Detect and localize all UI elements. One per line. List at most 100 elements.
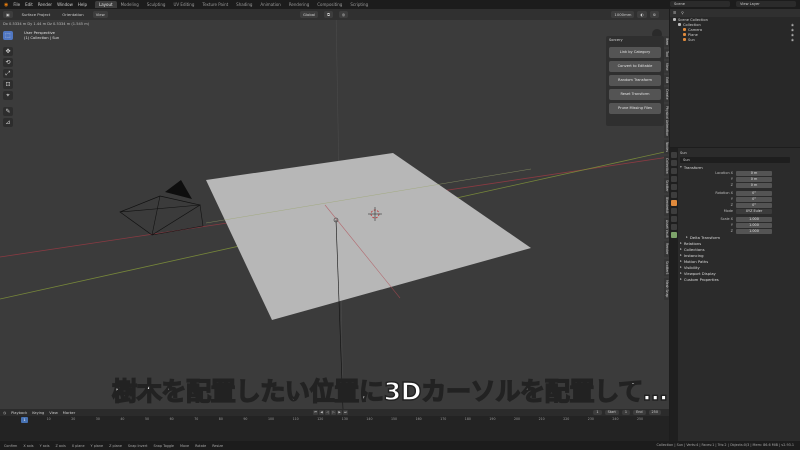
output-tab-icon[interactable] — [671, 168, 677, 174]
measure-icon[interactable]: ⊿ — [3, 118, 13, 127]
custom-properties-section[interactable]: Custom Properties — [680, 276, 798, 282]
playhead[interactable]: 1 — [21, 417, 28, 423]
visibility-eye-icon[interactable]: ◉ — [791, 33, 794, 37]
editor-type-icon[interactable]: ▣ — [3, 11, 13, 18]
rotation-z-field[interactable]: 0° — [736, 202, 772, 208]
location-x-field[interactable]: 0 m — [736, 170, 772, 176]
current-frame-field[interactable]: 1 — [593, 410, 602, 415]
link-by-category-button[interactable]: Link by Category — [609, 47, 661, 58]
menu-help[interactable]: Help — [78, 2, 87, 7]
outliner-filter-icon[interactable]: ⚲ — [681, 11, 684, 15]
move-icon[interactable]: ✥ — [3, 47, 13, 56]
sidebar-tab-mesh-snap[interactable]: Mesh Snap — [664, 278, 669, 300]
visibility-eye-icon[interactable]: ◉ — [791, 38, 794, 42]
render-tab-icon[interactable] — [671, 160, 677, 166]
blender-logo-icon[interactable]: ◉ — [4, 2, 8, 8]
snap-icon[interactable]: ⧉ — [324, 11, 333, 18]
reset-transform-button[interactable]: Reset Transform — [609, 89, 661, 100]
sidebar-tab-blenderkit[interactable]: Blenderkit — [664, 195, 669, 216]
sidebar-tab-view[interactable]: View — [664, 61, 669, 74]
tab-compositing[interactable]: Compositing — [313, 1, 346, 8]
jump-end-icon[interactable]: ⏭ — [343, 410, 348, 415]
view-layer-field[interactable]: View Layer — [736, 1, 796, 7]
sidebar-tab-scatter[interactable]: Scatter — [664, 177, 669, 194]
sidebar-tab-item[interactable]: Item — [664, 36, 669, 48]
tool-tab-icon[interactable] — [671, 152, 677, 158]
constraints-tab-icon[interactable] — [671, 224, 677, 230]
location-y-field[interactable]: 0 m — [736, 176, 772, 182]
sidebar-tab-tool[interactable]: Tool — [664, 49, 669, 60]
jump-start-icon[interactable]: ⏮ — [313, 410, 318, 415]
camera-object[interactable] — [119, 180, 204, 236]
sidebar-tab-collection[interactable]: Collection — [664, 156, 669, 176]
view-dropdown[interactable]: View — [92, 11, 108, 18]
menu-render[interactable]: Render — [38, 2, 52, 7]
outliner-row-sun[interactable]: Sun ◉ — [670, 37, 800, 42]
object-tab-icon[interactable] — [671, 200, 677, 206]
cursor-tool-icon[interactable]: ⌖ — [3, 91, 13, 100]
scale-y-field[interactable]: 1.000 — [736, 222, 772, 228]
viewport-scene[interactable] — [0, 9, 669, 409]
tab-modeling[interactable]: Modeling — [117, 1, 143, 8]
data-tab-icon[interactable] — [671, 232, 677, 238]
scale-z-field[interactable]: 1.000 — [736, 228, 772, 234]
3d-viewport[interactable]: ▣ Surface Project Orientation View Globa… — [0, 9, 669, 409]
timeline-menu-marker[interactable]: Marker — [63, 411, 75, 415]
timeline-menu-keying[interactable]: Keying — [32, 411, 44, 415]
sidebar-tab-edit[interactable]: Edit — [664, 75, 669, 86]
tab-scripting[interactable]: Scripting — [346, 1, 372, 8]
prune-missing-files-button[interactable]: Prune Missing Files — [609, 103, 661, 114]
end-frame-field[interactable]: 250 — [648, 410, 661, 415]
tab-texture-paint[interactable]: Texture Paint — [198, 1, 232, 8]
physics-tab-icon[interactable] — [671, 216, 677, 222]
timeline-menu-playback[interactable]: Playback — [11, 411, 27, 415]
transform-orientation-dropdown[interactable]: Global — [300, 11, 319, 18]
scale-x-field[interactable]: 1.000 — [736, 216, 772, 222]
select-box-icon[interactable]: ⬚ — [3, 31, 13, 40]
sidebar-tab-nodes[interactable]: Nodes — [664, 140, 669, 155]
tab-uv-editing[interactable]: UV Editing — [169, 1, 198, 8]
annotate-icon[interactable]: ✎ — [3, 107, 13, 116]
visibility-eye-icon[interactable]: ◉ — [791, 28, 794, 32]
play-icon[interactable]: ▷ — [331, 410, 336, 415]
object-name-field[interactable]: Sun — [680, 157, 790, 163]
world-tab-icon[interactable] — [671, 192, 677, 198]
scene-field[interactable]: Scene — [670, 1, 730, 7]
modifier-tab-icon[interactable] — [671, 208, 677, 214]
overlays-icon[interactable]: ⊚ — [649, 11, 659, 18]
plane-object[interactable] — [206, 153, 531, 320]
sidebar-tab-physical[interactable]: Physical Animation — [664, 103, 669, 139]
next-key-icon[interactable]: ▶ — [337, 410, 342, 415]
rotation-x-field[interactable]: 0° — [736, 190, 772, 196]
tab-sculpting[interactable]: Sculpting — [143, 1, 170, 8]
surface-project-toggle[interactable]: Surface Project — [19, 11, 54, 18]
start-frame-field[interactable]: 1 — [621, 410, 631, 415]
tab-animation[interactable]: Animation — [256, 1, 284, 8]
scale-icon[interactable]: ⤢ — [3, 69, 13, 78]
outliner-editor-icon[interactable]: ☰ — [673, 11, 676, 15]
rotate-icon[interactable]: ⟲ — [3, 58, 13, 67]
viewport-shading-icon[interactable]: ◐ — [637, 11, 647, 18]
scene-tab-icon[interactable] — [671, 184, 677, 190]
snap-value-field[interactable]: 1000mm — [611, 11, 635, 18]
tab-layout[interactable]: Layout — [94, 1, 117, 8]
visibility-eye-icon[interactable]: ◉ — [791, 23, 794, 27]
sidebar-tab-asset-vault[interactable]: Asset Vault — [664, 217, 669, 240]
transform-icon[interactable]: ⊡ — [3, 80, 13, 89]
view-layer-tab-icon[interactable] — [671, 176, 677, 182]
rotation-y-field[interactable]: 0° — [736, 196, 772, 202]
location-z-field[interactable]: 0 m — [736, 182, 772, 188]
timeline-editor-icon[interactable]: ◷ — [3, 411, 6, 415]
sidebar-tab-scatter5[interactable]: Scatter5 — [664, 258, 669, 277]
random-transform-button[interactable]: Random Transform — [609, 75, 661, 86]
sidebar-tab-create[interactable]: Create — [664, 87, 669, 102]
menu-file[interactable]: File — [13, 2, 20, 7]
timeline-menu-view[interactable]: View — [49, 411, 58, 415]
sidebar-tab-render[interactable]: Render — [664, 241, 669, 257]
play-reverse-icon[interactable]: ◁ — [325, 410, 330, 415]
proportional-edit-icon[interactable]: ◎ — [338, 11, 349, 18]
tab-rendering[interactable]: Rendering — [285, 1, 313, 8]
frame-ruler[interactable]: 0102030405060708090100110120130140150160… — [0, 417, 669, 423]
convert-to-editable-button[interactable]: Convert to Editable — [609, 61, 661, 72]
prev-key-icon[interactable]: ◀ — [319, 410, 324, 415]
